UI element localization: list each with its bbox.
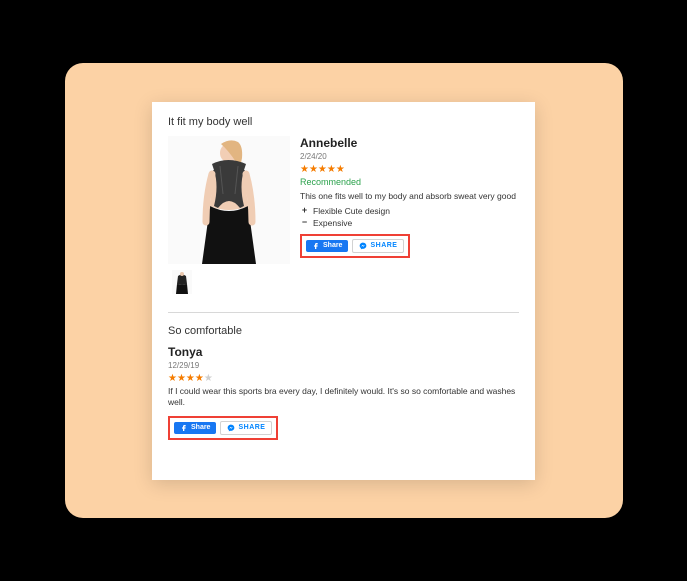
messenger-share-label: SHARE — [370, 242, 397, 249]
share-row: Share SHARE — [300, 234, 410, 258]
messenger-icon — [227, 424, 235, 432]
messenger-icon — [359, 242, 367, 250]
review-body: Annebelle 2/24/20 ★★★★★ Recommended This… — [300, 136, 519, 294]
review-date: 12/29/19 — [168, 361, 519, 370]
share-row: Share SHARE — [168, 416, 278, 440]
product-image-main[interactable] — [168, 136, 290, 264]
facebook-share-label: Share — [323, 242, 342, 249]
facebook-share-label: Share — [191, 424, 210, 431]
con-line: − Expensive — [300, 218, 519, 228]
minus-icon: − — [300, 218, 309, 227]
pro-line: + Flexible Cute design — [300, 206, 519, 216]
review-title: It fit my body well — [168, 116, 519, 128]
facebook-share-button[interactable]: Share — [174, 422, 216, 434]
facebook-icon — [180, 424, 188, 432]
star-rating: ★★★★★ — [168, 373, 519, 384]
review-text: This one fits well to my body and absorb… — [300, 191, 519, 202]
review-author: Annebelle — [300, 136, 519, 150]
messenger-share-label: SHARE — [238, 424, 265, 431]
messenger-share-button[interactable]: SHARE — [352, 239, 404, 253]
review-1: It fit my body well — [168, 116, 519, 294]
product-images-column — [168, 136, 290, 294]
pro-text: Flexible Cute design — [313, 206, 390, 216]
reviews-card: It fit my body well — [152, 102, 535, 480]
facebook-share-button[interactable]: Share — [306, 240, 348, 252]
review-author: Tonya — [168, 345, 519, 359]
divider — [168, 312, 519, 313]
review-2: So comfortable Tonya 12/29/19 ★★★★★ If I… — [168, 325, 519, 440]
recommended-label: Recommended — [300, 177, 519, 187]
peach-container: It fit my body well — [65, 63, 623, 518]
star-rating: ★★★★★ — [300, 164, 519, 175]
review-date: 2/24/20 — [300, 152, 519, 161]
plus-icon: + — [300, 206, 309, 215]
product-image-thumb[interactable] — [172, 270, 192, 294]
review-title: So comfortable — [168, 325, 519, 337]
con-text: Expensive — [313, 218, 352, 228]
review-text: If I could wear this sports bra every da… — [168, 386, 519, 408]
facebook-icon — [312, 242, 320, 250]
messenger-share-button[interactable]: SHARE — [220, 421, 272, 435]
